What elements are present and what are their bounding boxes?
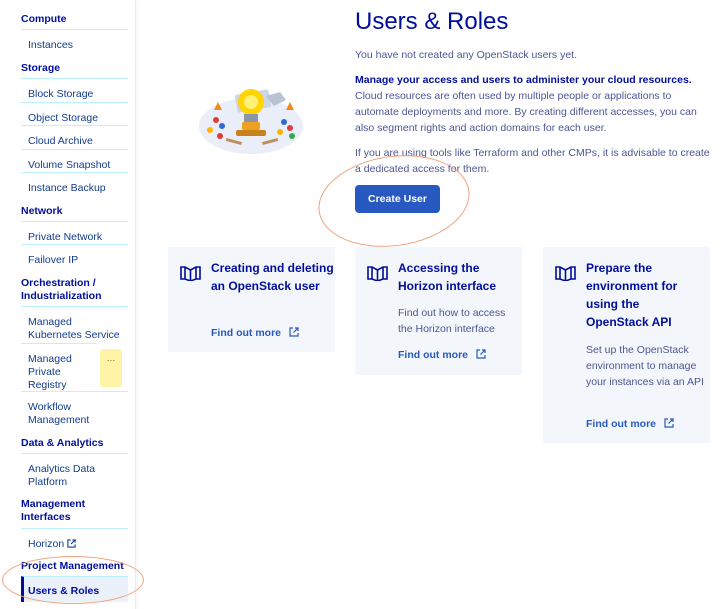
- section-storage: Storage: [21, 62, 61, 74]
- illustration-lightbulb-icon: [199, 89, 303, 154]
- sidebar-item-label: Private Network: [28, 231, 103, 243]
- section-network: Network: [21, 205, 63, 217]
- sidebar-item-managed-private-registry[interactable]: Managed Private Registry: [21, 343, 96, 391]
- sidebar-item-label: Cloud Archive: [28, 135, 93, 147]
- sticky-note: …: [100, 349, 122, 387]
- sidebar: Compute Instances Storage Block Storage …: [0, 0, 136, 609]
- tip-text: If you are using tools like Terraform an…: [355, 147, 710, 175]
- sidebar-item-label: Block Storage: [28, 88, 94, 100]
- sidebar-item-label: Object Storage: [28, 112, 99, 124]
- section-data-analytics: Data & Analytics: [21, 437, 104, 449]
- find-out-more-link[interactable]: Find out more: [211, 327, 299, 339]
- section-management-interfaces: Management Interfaces: [21, 498, 86, 523]
- sidebar-item-horizon[interactable]: Horizon: [21, 528, 128, 552]
- card-title: Prepare the environment for using the Op…: [586, 261, 678, 329]
- book-icon: [555, 266, 576, 281]
- sidebar-item-private-network[interactable]: Private Network: [21, 221, 128, 245]
- guide-card: Prepare the environment for using the Op…: [543, 247, 710, 443]
- external-link-icon: [664, 418, 674, 428]
- guide-card: Accessing the Horizon interface Find out…: [355, 247, 522, 375]
- page-title: Users & Roles: [355, 8, 509, 35]
- card-description: Set up the OpenStack environment to mana…: [586, 344, 704, 388]
- sidebar-item-label: Workflow Management: [28, 401, 90, 426]
- sidebar-item-label: Volume Snapshot: [28, 159, 111, 171]
- sidebar-item-block-storage[interactable]: Block Storage: [21, 78, 128, 102]
- card-title: Creating and deleting an OpenStack user: [211, 261, 334, 293]
- book-icon: [180, 266, 201, 281]
- empty-state-text: You have not created any OpenStack users…: [355, 49, 578, 61]
- sidebar-item-managed-kubernetes[interactable]: Managed Kubernetes Service: [21, 306, 128, 344]
- external-link-icon: [476, 349, 486, 359]
- section-project-management: Project Management: [21, 560, 124, 572]
- sidebar-item-label: Failover IP: [28, 254, 79, 266]
- find-out-more-link[interactable]: Find out more: [586, 418, 674, 430]
- sidebar-item-cloud-archive[interactable]: Cloud Archive: [21, 125, 128, 149]
- sidebar-item-volume-snapshot[interactable]: Volume Snapshot: [21, 149, 128, 173]
- sidebar-item-label: Managed Kubernetes Service: [28, 316, 120, 341]
- sidebar-item-users-roles[interactable]: Users & Roles: [21, 576, 128, 602]
- card-description: Find out how to access the Horizon inter…: [398, 307, 506, 335]
- sidebar-item-instances[interactable]: Instances: [21, 29, 128, 53]
- sidebar-item-failover-ip[interactable]: Failover IP: [21, 244, 128, 268]
- book-icon: [367, 266, 388, 281]
- guide-card: Creating and deleting an OpenStack user …: [168, 247, 335, 352]
- sidebar-item-label: Instance Backup: [28, 182, 106, 194]
- sidebar-item-label: Analytics Data Platform: [28, 463, 96, 488]
- section-orchestration: Orchestration / Industrialization: [21, 277, 102, 302]
- sidebar-item-label: Instances: [28, 39, 73, 51]
- sidebar-item-label: Users & Roles: [28, 585, 100, 597]
- section-heading: Manage your access and users to administ…: [355, 74, 692, 86]
- external-link-icon: [289, 327, 299, 337]
- section-compute: Compute: [21, 13, 67, 25]
- description-text: Cloud resources are often used by multip…: [355, 90, 697, 134]
- card-title: Accessing the Horizon interface: [398, 261, 497, 293]
- sidebar-item-workflow-management[interactable]: Workflow Management: [21, 391, 128, 429]
- find-out-more-link[interactable]: Find out more: [398, 349, 486, 361]
- sidebar-item-label: Managed Private Registry: [28, 353, 72, 391]
- sidebar-item-instance-backup[interactable]: Instance Backup: [21, 172, 128, 196]
- external-link-icon: [67, 539, 76, 548]
- sidebar-item-analytics-data-platform[interactable]: Analytics Data Platform: [21, 453, 128, 491]
- sidebar-item-label: Horizon: [28, 538, 65, 550]
- sidebar-item-object-storage[interactable]: Object Storage: [21, 102, 128, 126]
- create-user-button[interactable]: Create User: [355, 185, 440, 213]
